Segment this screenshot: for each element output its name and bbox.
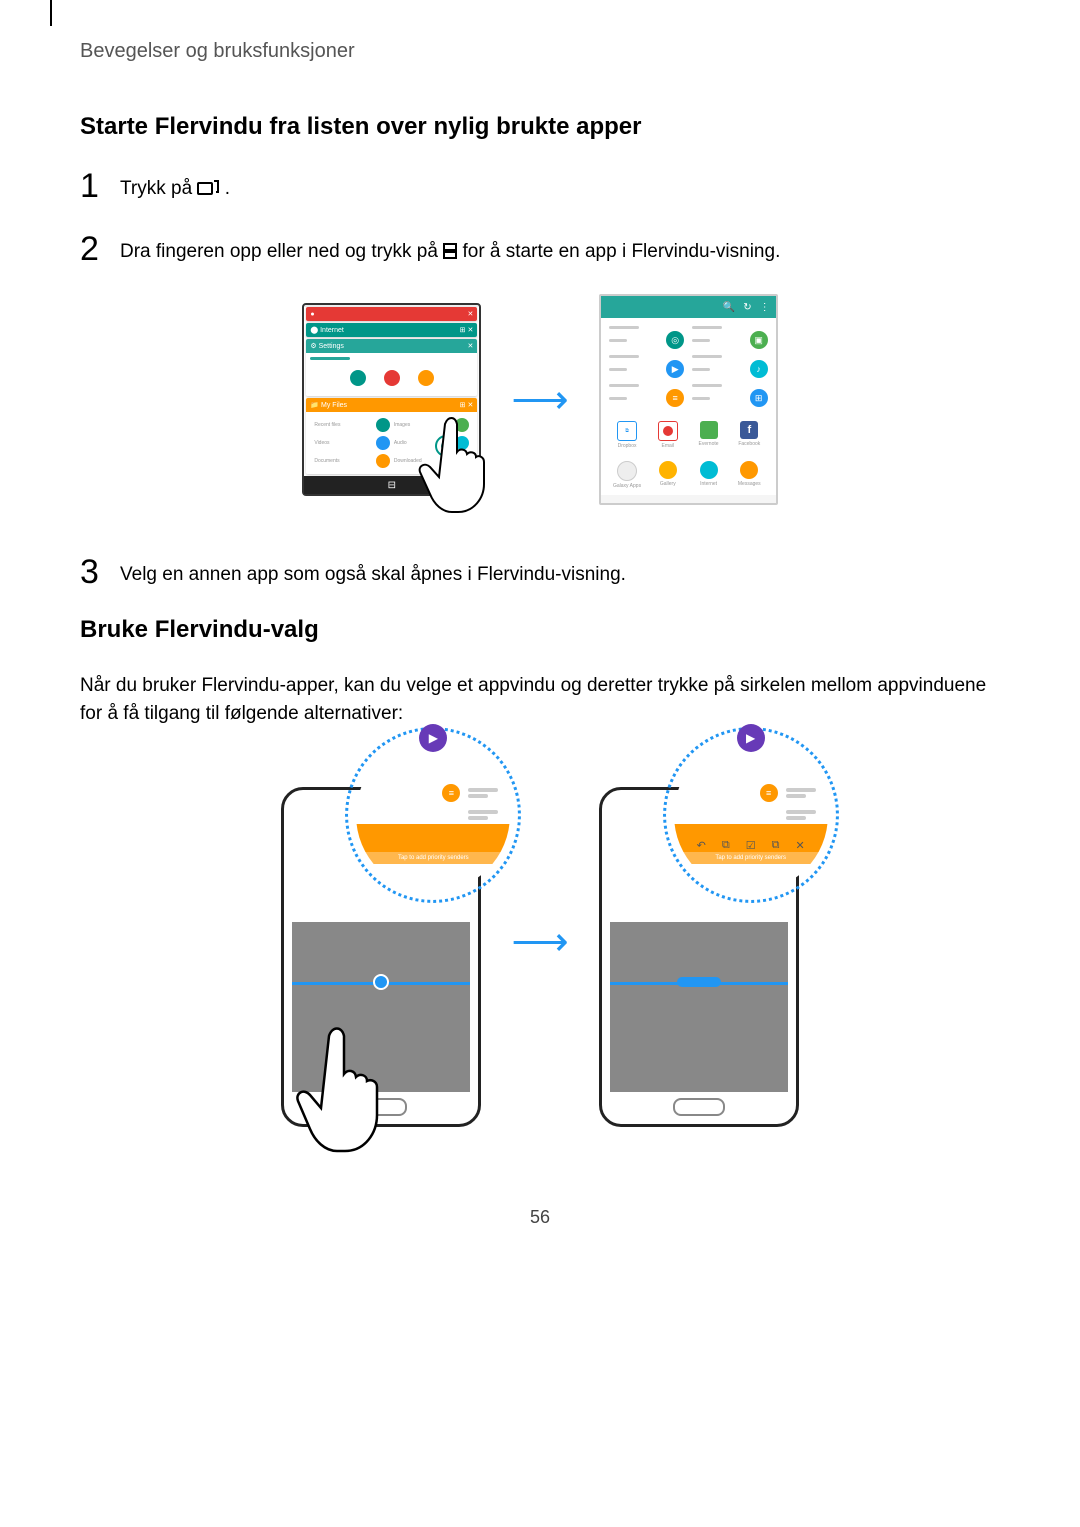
step-1: 1 Trykk på . bbox=[80, 169, 1000, 206]
multiwindow-expanded-handle bbox=[677, 977, 721, 987]
close-icon: ✕ bbox=[795, 839, 804, 852]
step-2-number: 2 bbox=[80, 232, 112, 266]
page-number: 56 bbox=[80, 1207, 1000, 1228]
recent-apps-icon bbox=[197, 177, 219, 206]
swap-window-icon: ↶ bbox=[697, 839, 706, 852]
minimize-icon: ⧉ bbox=[772, 839, 780, 852]
more-icon: ⋮ bbox=[760, 302, 770, 313]
chapter-header: Bevegelser og bruksfunksjoner bbox=[80, 40, 1000, 63]
step-2-text-pre: Dra fingeren opp eller ned og trykk på bbox=[120, 241, 443, 262]
hand-pointer-icon bbox=[417, 414, 487, 514]
section2-body-text: Når du bruker Flervindu-apper, kan du ve… bbox=[80, 672, 1000, 729]
search-icon: 🔍 bbox=[723, 302, 735, 313]
figure-2: ▶ ≡ Tap to add priority senders ⟶ bbox=[80, 757, 1000, 1127]
section-title-use-multiwindow-options: Bruke Flervindu-valg bbox=[80, 616, 1000, 644]
maximize-icon: ☑ bbox=[746, 839, 756, 852]
figure-1: ●✕ ⬤ Internet ⊞ ✕ ⚙ Settings ✕ bbox=[80, 294, 1000, 505]
step-1-text-post: . bbox=[225, 178, 230, 199]
magnifier-circle: ▶ ≡ Tap to add priority senders bbox=[345, 727, 521, 903]
figure1-recent-apps-mock: ●✕ ⬤ Internet ⊞ ✕ ⚙ Settings ✕ bbox=[302, 303, 481, 496]
step-1-text-pre: Trykk på bbox=[120, 178, 197, 199]
magnifier-circle: ▶ ≡ ↶ ⧉ ☑ ⧉ ✕ Tap to add priority sender… bbox=[663, 727, 839, 903]
arrow-right-icon: ⟶ bbox=[511, 377, 568, 423]
drag-content-icon: ⧉ bbox=[722, 839, 730, 852]
step-3-text: Velg en annen app som også skal åpnes i … bbox=[120, 555, 626, 590]
figure1-file-manager-mock: 🔍 ↻ ⋮ ◎ ▣ ▶ ♪ ≡ ⊞ ⧉Dropbox Email Evernot… bbox=[599, 294, 778, 505]
step-3: 3 Velg en annen app som også skal åpnes … bbox=[80, 555, 1000, 590]
arrow-right-icon: ⟶ bbox=[511, 919, 568, 965]
hand-pointer-icon bbox=[294, 1024, 379, 1164]
step-2: 2 Dra fingeren opp eller ned og trykk på… bbox=[80, 232, 1000, 269]
step-2-text-post: for å starte en app i Flervindu-visning. bbox=[462, 241, 780, 262]
multiwindow-options-toolbar: ↶ ⧉ ☑ ⧉ ✕ bbox=[674, 836, 828, 856]
video-app-icon: ▶ bbox=[737, 724, 765, 752]
section-title-start-multiwindow: Starte Flervindu fra listen over nylig b… bbox=[80, 113, 1000, 141]
step-1-number: 1 bbox=[80, 169, 112, 203]
video-app-icon: ▶ bbox=[419, 724, 447, 752]
multiwindow-split-icon bbox=[443, 240, 457, 269]
step-3-number: 3 bbox=[80, 555, 112, 589]
refresh-icon: ↻ bbox=[743, 302, 751, 313]
multiwindow-handle-dot bbox=[373, 974, 389, 990]
